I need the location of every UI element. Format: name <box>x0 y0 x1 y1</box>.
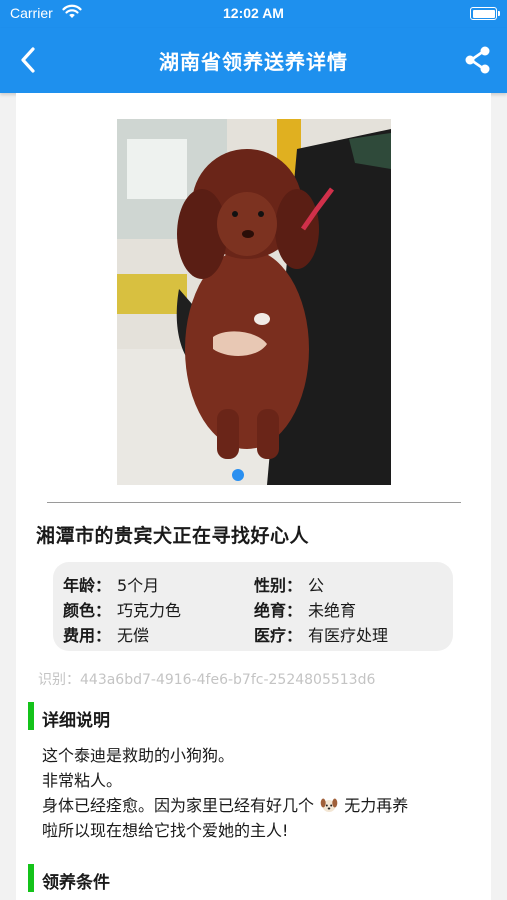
carousel-page-indicator[interactable] <box>232 469 244 481</box>
color-label: 颜色： <box>63 601 112 620</box>
section-accent-bar <box>28 702 34 730</box>
chevron-left-icon <box>21 47 35 73</box>
pet-photo-carousel[interactable] <box>117 119 391 485</box>
age-value: 5个月 <box>117 576 160 595</box>
color-value: 巧克力色 <box>117 601 182 620</box>
share-icon <box>465 46 490 74</box>
details-line-4: 啦所以现在想给它找个爱她的主人! <box>42 821 289 840</box>
gender-label: 性别： <box>254 576 303 595</box>
battery-icon <box>470 7 500 20</box>
section-accent-bar <box>28 864 34 892</box>
sterilized-value: 未绝育 <box>308 601 357 620</box>
details-line-2: 非常粘人。 <box>42 771 123 790</box>
fee-label: 费用： <box>63 626 112 645</box>
sterilized-label: 绝育： <box>254 601 303 620</box>
dog-face-icon <box>320 798 338 812</box>
detail-card: 湘潭市的贵宾犬正在寻找好心人 年龄： 5个月 性别： 公 颜色： 巧克力色 绝育… <box>16 93 491 900</box>
details-text: 这个泰迪是救助的小狗狗。 非常粘人。 身体已经痊愈。因为家里已经有好几个 无力再… <box>42 743 472 843</box>
back-button[interactable] <box>14 45 44 75</box>
details-heading: 详细说明 <box>42 711 110 731</box>
medical-label: 医疗： <box>254 626 303 645</box>
pet-info-box: 年龄： 5个月 性别： 公 颜色： 巧克力色 绝育： 未绝育 费用： 无偿 医疗… <box>53 562 453 651</box>
nav-bar: 湖南省领养送养详情 <box>0 28 507 93</box>
details-line-1: 这个泰迪是救助的小狗狗。 <box>42 746 235 765</box>
status-bar: Carrier 12:02 AM <box>0 0 507 28</box>
fee-value: 无偿 <box>117 626 150 645</box>
details-line-3: 身体已经痊愈。因为家里已经有好几个 无力再养 <box>42 793 472 818</box>
pet-photo <box>117 119 391 485</box>
details-line-3b: 无力再养 <box>344 796 409 815</box>
gender-value: 公 <box>308 576 325 595</box>
conditions-heading: 领养条件 <box>42 873 110 893</box>
share-button[interactable] <box>463 45 493 75</box>
medical-value: 有医疗处理 <box>308 626 389 645</box>
content-divider <box>47 502 461 503</box>
age-label: 年龄： <box>63 576 112 595</box>
pet-title: 湘潭市的贵宾犬正在寻找好心人 <box>36 525 310 547</box>
details-line-3a: 身体已经痊愈。因为家里已经有好几个 <box>42 796 315 815</box>
page-title: 湖南省领养送养详情 <box>159 50 348 74</box>
status-time: 12:02 AM <box>223 5 284 21</box>
pet-id-line: 识别：443a6bd7-4916-4fe6-b7fc-2524805513d6 <box>38 672 376 688</box>
